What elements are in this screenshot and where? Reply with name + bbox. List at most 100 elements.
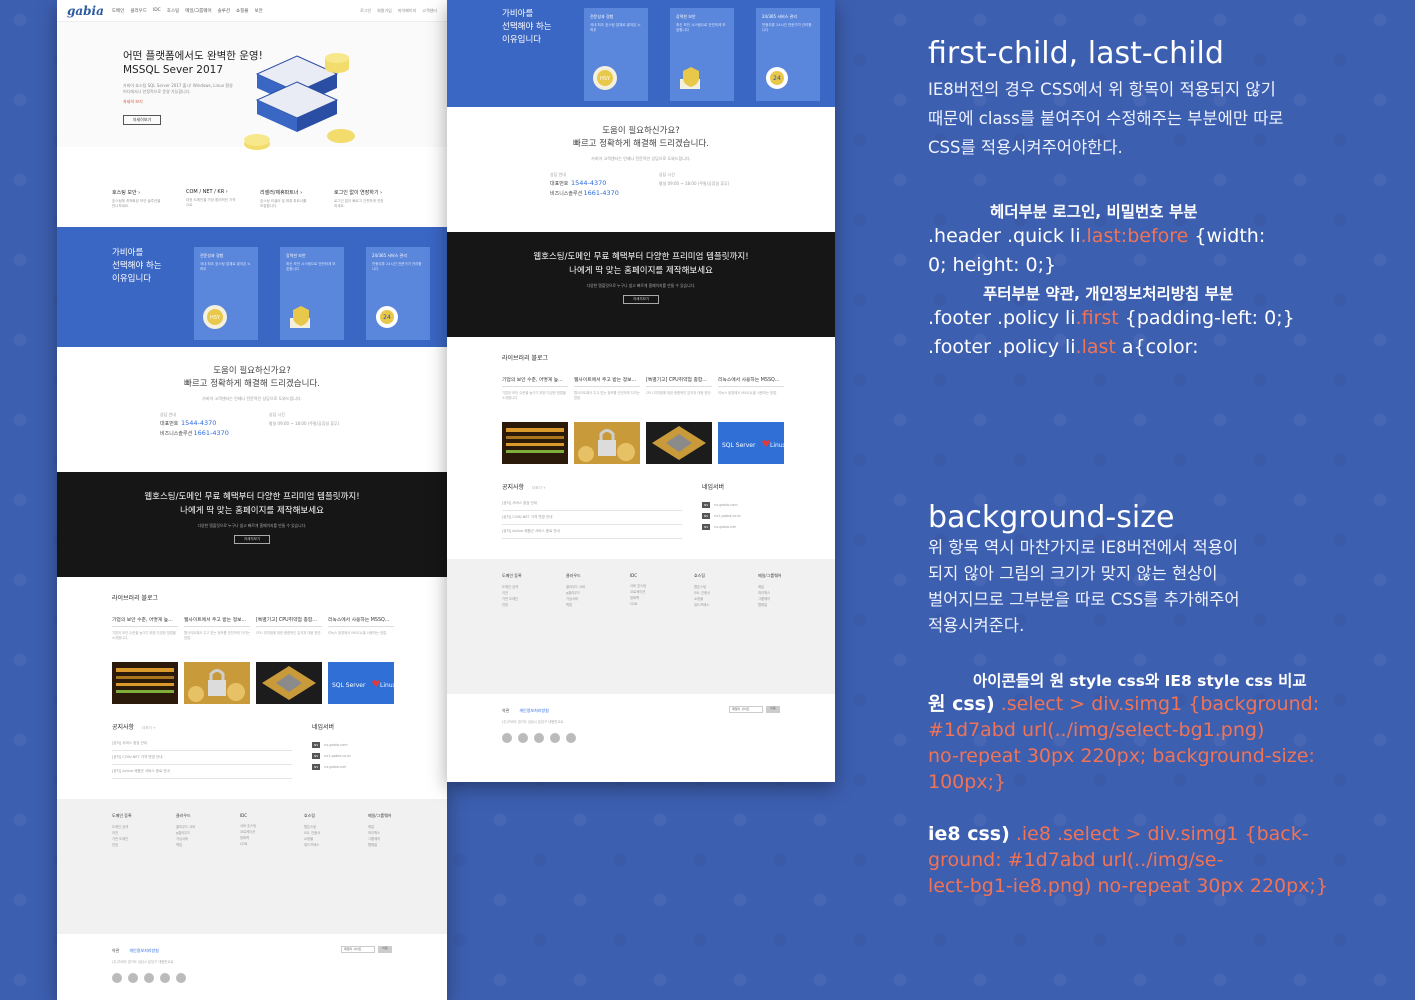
library-item[interactable]: [특별기고] CPU취약점 종합... CPU 취약점에 대한 종합적인 분석과… bbox=[256, 616, 322, 708]
main-number[interactable]: 1544-4370 bbox=[181, 419, 216, 427]
policy-terms-link[interactable]: 약관 bbox=[502, 708, 509, 714]
quickmenu-item[interactable]: COM / NET / KR › 대표 도메인을 가장 합리적인 가격으로 bbox=[186, 189, 236, 227]
library-item[interactable]: 웹사이트에서 주고 받는 정보... 웹사이트에서 주고 받는 정보를 안전하게… bbox=[184, 616, 250, 708]
library-item[interactable]: 기업의 보안 수준, 어떻게 높... 기업의 보안 수준을 높이기 위한 다양… bbox=[502, 376, 568, 468]
sitemap-link[interactable]: 연장 bbox=[112, 842, 152, 848]
notice-more-link[interactable]: 더보기 + bbox=[532, 486, 546, 491]
sitemap-link[interactable]: 워드프레스 bbox=[304, 842, 344, 848]
nav-item[interactable]: 호스팅 bbox=[167, 8, 179, 14]
family-site-dropdown[interactable]: 패밀리 사이트 bbox=[729, 706, 763, 713]
notes-line: 적용시켜준다. bbox=[928, 616, 1025, 635]
sitemap-head[interactable]: 도메인 등록 bbox=[502, 573, 542, 579]
main-number[interactable]: 1544-4370 bbox=[571, 179, 606, 187]
sitemap-head[interactable]: 클라우드 bbox=[176, 813, 216, 819]
svg-text:24: 24 bbox=[383, 314, 391, 321]
notice-area: 공지사항 더보기 + [공지] 서비스 점검 안내 [공지] COM/.NET … bbox=[57, 722, 447, 799]
quickmenu-item[interactable]: 호스팅 보안 › 호스팅에 최적화된 보안 솔루션을 만나보세요. bbox=[112, 189, 162, 227]
help-contact: 상담 안내 대표번호 1544-4370 비즈니스솔루션 1661-4370 상… bbox=[550, 170, 835, 199]
sitemap-head[interactable]: 메일/그룹웨어 bbox=[758, 573, 798, 579]
library-item-title: [특별기고] CPU취약점 종합... bbox=[256, 616, 322, 627]
quickmenu-item[interactable]: 로그인 없이 연장하기 › 로그인 없이 빠르고 간편하게 연장하세요. bbox=[334, 189, 384, 227]
notice-row[interactable]: [공지] 서비스 점검 안내 bbox=[112, 737, 292, 751]
quick-mypage[interactable]: 마이페이지 bbox=[398, 8, 416, 14]
sitemap-head[interactable]: 메일/그룹웨어 bbox=[368, 813, 408, 819]
sitemap-head[interactable]: 호스팅 bbox=[304, 813, 344, 819]
sitemap-link[interactable]: 웹메일 bbox=[368, 842, 408, 848]
library-item-desc: CPU 취약점에 대한 종합적인 분석과 대응 방안. bbox=[256, 631, 322, 635]
family-site-dropdown[interactable]: 패밀리 사이트 bbox=[341, 946, 375, 953]
family-site-go-button[interactable]: 이동 bbox=[766, 706, 780, 713]
library-item[interactable]: 기업의 보안 수준, 어떻게 높... 기업의 보안 수준을 높이기 위한 다양… bbox=[112, 616, 178, 708]
why-card[interactable]: 전문성과 경험 국내 최초 호스팅 업체로 쌓아온 노하우 HSY bbox=[194, 247, 258, 340]
quickmenu-title: COM / NET / KR › bbox=[186, 189, 228, 195]
policy-privacy-link[interactable]: 개인정보처리방침 bbox=[519, 708, 548, 714]
notice-row[interactable]: [공지] COM/.NET 가격 변경 안내 bbox=[502, 511, 682, 525]
sitemap-head[interactable]: IDC bbox=[630, 573, 670, 578]
sitemap-head[interactable]: IDC bbox=[240, 813, 280, 818]
why-card[interactable]: 강력한 보안 최신 보안 시스템으로 안전하게 보호합니다 bbox=[280, 247, 344, 340]
nav-item[interactable]: 도메인 bbox=[112, 8, 124, 14]
site-footer: 약관 개인정보처리방침 (주)가비아 경기도 성남시 분당구 대왕판교로 패밀리… bbox=[57, 934, 447, 1000]
nav-item[interactable]: IDC bbox=[153, 8, 161, 14]
quickmenu-title: 리셀러/제휴파트너 › bbox=[260, 190, 303, 196]
why-card[interactable]: 24/365 서비스 관리 연중무휴 24시간 전문가가 관리합니다 24 bbox=[366, 247, 430, 340]
shield-icon bbox=[680, 67, 700, 89]
promo-button[interactable]: 자세히보기 bbox=[234, 535, 270, 544]
nav-item[interactable]: 보안 bbox=[254, 8, 262, 14]
library-item[interactable]: 웹사이트에서 주고 받는 정보... 웹사이트에서 주고 받는 정보를 안전하게… bbox=[574, 376, 640, 468]
library-item[interactable]: [특별기고] CPU취약점 종합... CPU 취약점에 대한 종합적인 분석과… bbox=[646, 376, 712, 468]
sitemap-link[interactable]: CDN bbox=[630, 601, 670, 607]
sitemap-head[interactable]: 도메인 등록 bbox=[112, 813, 152, 819]
sitemap-link[interactable]: 연장 bbox=[502, 602, 542, 608]
nameserver-text: ns.gabia.com bbox=[324, 742, 348, 747]
biz-number[interactable]: 1661-4370 bbox=[583, 189, 618, 197]
sitemap-link[interactable]: 웹메일 bbox=[758, 602, 798, 608]
nameserver-row: NS ns.gabia.com bbox=[702, 499, 792, 510]
family-site-go-button[interactable]: 이동 bbox=[378, 946, 392, 953]
quickmenu-item[interactable]: 리셀러/제휴파트너 › 호스팅 리셀러 및 제휴 파트너를 모집합니다. bbox=[260, 189, 310, 227]
cert-badge-icon bbox=[160, 973, 170, 983]
biz-number[interactable]: 1661-4370 bbox=[193, 429, 228, 437]
why-card[interactable]: 강력한 보안 최신 보안 시스템으로 안전하게 보호합니다 bbox=[670, 8, 734, 101]
sitemap-link[interactable]: 백업 bbox=[566, 602, 606, 608]
why-card[interactable]: 24/365 서비스 관리 연중무휴 24시간 전문가가 관리합니다 24 bbox=[756, 8, 820, 101]
sitemap-link[interactable]: CDN bbox=[240, 841, 280, 847]
cpu-chip-image bbox=[256, 662, 322, 704]
nav-item[interactable]: 클라우드 bbox=[130, 8, 147, 14]
notice-title: 공지사항 bbox=[502, 484, 525, 491]
nav-item[interactable]: 쇼핑몰 bbox=[236, 8, 248, 14]
quick-login[interactable]: 로그인 bbox=[360, 8, 371, 14]
library-item[interactable]: 리눅스에서 사용하는 MSSQ... 리눅스 환경에서 MSSQL을 사용하는 … bbox=[718, 376, 787, 468]
quick-support[interactable]: 고객센터 bbox=[422, 8, 437, 14]
policy-privacy-link[interactable]: 개인정보처리방침 bbox=[129, 948, 158, 954]
hours-text: 평일 09:00 ~ 18:00 (주말/공휴일 휴무) bbox=[268, 421, 340, 426]
sitemap-head[interactable]: 클라우드 bbox=[566, 573, 606, 579]
notice-row[interactable]: [공지] Active 제품군 서비스 종료 안내 bbox=[502, 525, 682, 539]
sitemap-column: 도메인 등록 도메인 검색 이전 기관 도메인 연장 bbox=[112, 813, 152, 934]
sitemap-head[interactable]: 호스팅 bbox=[694, 573, 734, 579]
why-card[interactable]: 전문성과 경험 국내 최초 호스팅 업체로 쌓아온 노하우 HSY bbox=[584, 8, 648, 101]
notice-row[interactable]: [공지] COM/.NET 가격 변경 안내 bbox=[112, 751, 292, 765]
policy-terms-link[interactable]: 약관 bbox=[112, 948, 119, 954]
notes-line: 벌어지므로 그부분을 따로 CSS를 추가해주어 bbox=[928, 590, 1240, 609]
code-text: #1d7abd url(../img/select-bg1.png) bbox=[928, 719, 1265, 741]
hero-button[interactable]: 자세히보기 bbox=[123, 115, 161, 125]
notes-code-block: .header .quick li.last:before {width: 0;… bbox=[928, 222, 1398, 280]
promo-button[interactable]: 자세히보기 bbox=[623, 295, 659, 304]
notice-row[interactable]: [공지] Active 제품군 서비스 종료 안내 bbox=[112, 765, 292, 779]
site-logo[interactable]: gabia bbox=[67, 4, 104, 18]
library-item[interactable]: 리눅스에서 사용하는 MSSQ... 리눅스 환경에서 MSSQL을 사용하는 … bbox=[328, 616, 397, 708]
sitemap-link[interactable]: 워드프레스 bbox=[694, 602, 734, 608]
nameserver-title: 네임서버 bbox=[312, 724, 335, 731]
notice-row[interactable]: [공지] 서비스 점검 안내 bbox=[502, 497, 682, 511]
notice-row-text: [공지] 서비스 점검 안내 bbox=[502, 501, 538, 505]
site-header: gabia 도메인 클라우드 IDC 호스팅 메일/그룹웨어 솔루션 쇼핑몰 보… bbox=[57, 0, 447, 22]
notes-panel: first-child, last-child IE8버전의 경우 CSS에서 … bbox=[928, 36, 1398, 899]
notice-more-link[interactable]: 더보기 + bbox=[142, 726, 156, 731]
promo-title: 웹호스팅/도메인 무료 혜택부터 다양한 프리미엄 템플릿까지! 나에게 딱 맞… bbox=[447, 250, 835, 278]
nav-item[interactable]: 솔루션 bbox=[218, 8, 230, 14]
quick-join[interactable]: 회원가입 bbox=[377, 8, 392, 14]
nav-item[interactable]: 메일/그룹웨어 bbox=[185, 8, 211, 14]
notes-code-original: 원 css) .select > div.simg1 {background: … bbox=[928, 691, 1398, 795]
sitemap-link[interactable]: 백업 bbox=[176, 842, 216, 848]
